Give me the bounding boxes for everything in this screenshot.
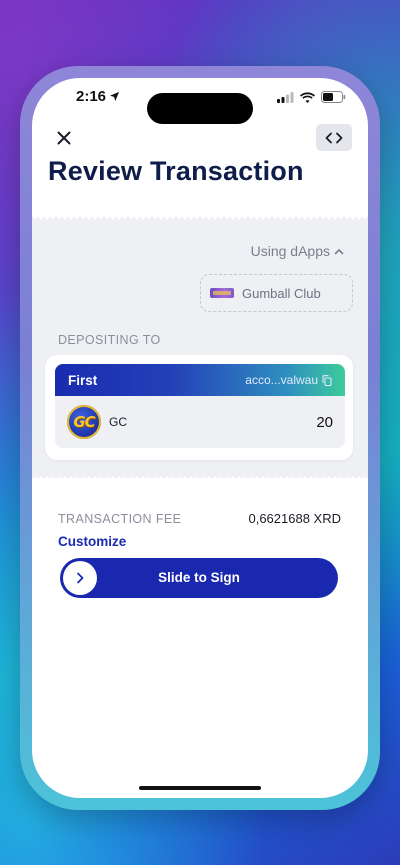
customize-fee-link[interactable]: Customize <box>58 534 126 549</box>
raw-manifest-button[interactable] <box>316 124 352 151</box>
account-name: First <box>68 372 98 388</box>
token-row[interactable]: GC GC 20 <box>55 396 345 448</box>
gc-token-logo-icon: GC <box>67 405 101 439</box>
transaction-fee-label: TRANSACTION FEE <box>58 512 182 526</box>
token-logo-text: GC <box>73 413 95 431</box>
status-bar: 2:16 <box>32 78 368 128</box>
app-screen: 2:16 Review Transaction Using dApps Gumb… <box>32 78 368 798</box>
token-amount: 20 <box>316 413 333 431</box>
status-icons <box>277 91 346 103</box>
close-icon <box>57 131 71 145</box>
cellular-signal-icon <box>277 91 294 103</box>
status-time-text: 2:16 <box>76 88 107 105</box>
status-time: 2:16 <box>76 88 120 105</box>
location-arrow-icon <box>109 91 120 102</box>
slide-to-sign-label: Slide to Sign <box>158 570 240 585</box>
account-address[interactable]: acco...valwau <box>245 373 332 387</box>
code-brackets-icon <box>325 132 343 143</box>
receipt-edge-top <box>32 214 368 220</box>
slide-to-sign-control[interactable]: Slide to Sign <box>60 558 338 598</box>
chevron-up-icon <box>334 248 344 254</box>
using-dapps-toggle[interactable]: Using dApps <box>251 243 344 259</box>
using-dapps-label: Using dApps <box>250 243 330 259</box>
account-address-text: acco...valwau <box>245 373 318 387</box>
account-header[interactable]: First acco...valwau <box>55 364 345 396</box>
home-indicator <box>139 786 261 790</box>
deposit-account-card: First acco...valwau GC GC 20 <box>45 355 353 460</box>
gumball-club-logo-icon <box>210 288 234 298</box>
token-symbol: GC <box>109 415 127 429</box>
copy-icon <box>322 374 332 386</box>
dapp-name: Gumball Club <box>242 285 321 301</box>
phone-frame: 2:16 Review Transaction Using dApps Gumb… <box>20 66 380 810</box>
page-title: Review Transaction <box>48 156 304 186</box>
depositing-to-label: DEPOSITING TO <box>58 333 161 347</box>
transaction-fee-value: 0,6621688 XRD <box>248 511 341 526</box>
dynamic-island <box>147 93 253 124</box>
dapp-chip-gumball-club[interactable]: Gumball Club <box>200 274 353 312</box>
battery-icon <box>321 91 346 103</box>
wifi-icon <box>300 91 315 103</box>
close-button[interactable] <box>54 128 74 148</box>
receipt-edge-bottom <box>32 476 368 482</box>
